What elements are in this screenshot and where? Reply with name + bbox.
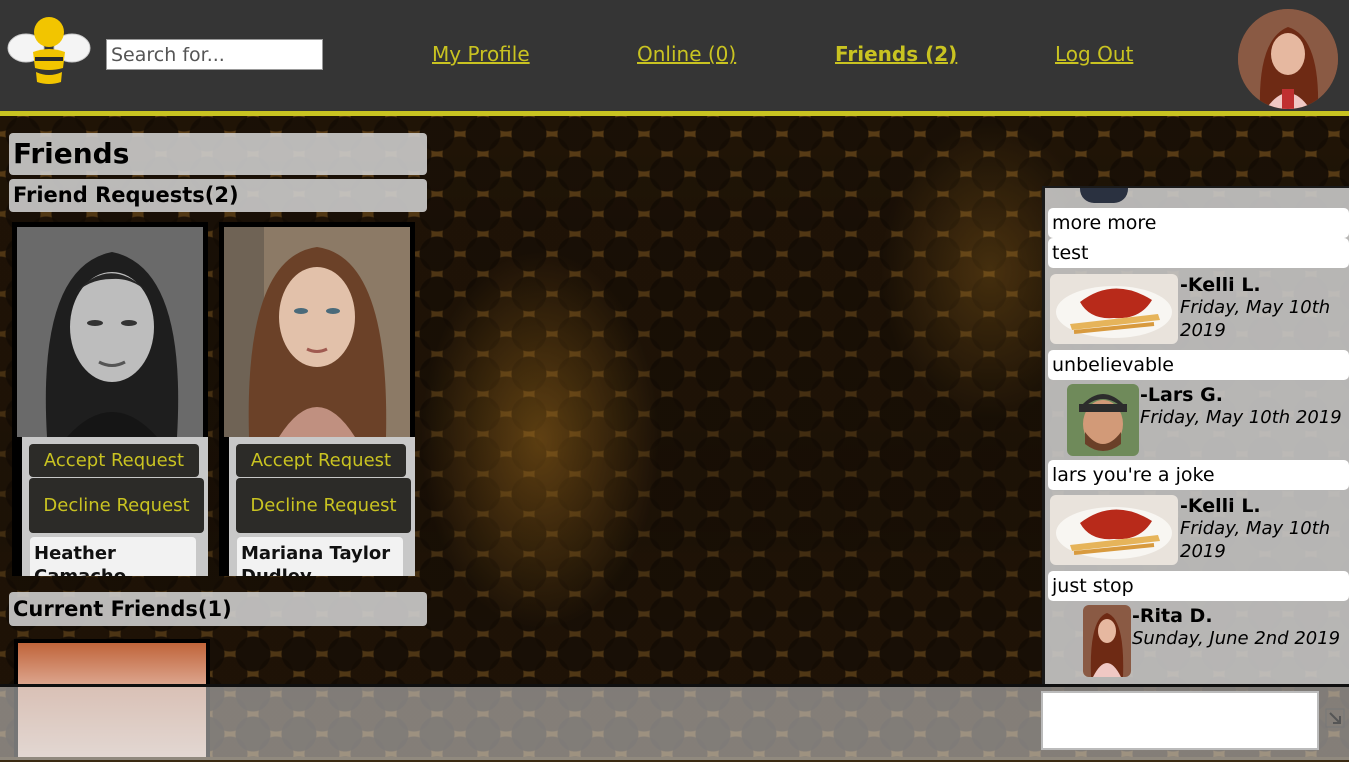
nav-log-out[interactable]: Log Out bbox=[1055, 42, 1133, 66]
request-actions: Accept Request Decline Request Mariana T… bbox=[229, 437, 415, 576]
accept-request-button[interactable]: Accept Request bbox=[236, 444, 406, 477]
chat-panel[interactable]: more more test -Kelli L. Friday, May 10t… bbox=[1042, 186, 1349, 684]
message-date: Friday, May 10th 2019 bbox=[1180, 518, 1331, 562]
chat-author: -Kelli L. Friday, May 10th 2019 bbox=[1180, 274, 1340, 342]
chat-avatar bbox=[1083, 605, 1131, 677]
chat-author: -Kelli L. Friday, May 10th 2019 bbox=[1180, 495, 1340, 563]
requester-photo bbox=[224, 227, 410, 437]
chat-message: just stop bbox=[1048, 571, 1349, 601]
chat-message: unbelievable bbox=[1048, 350, 1349, 380]
requester-name[interactable]: Mariana Taylor Dudley bbox=[237, 537, 403, 576]
requester-photo bbox=[17, 227, 203, 437]
chat-avatar bbox=[1067, 384, 1139, 456]
avatar-photo bbox=[1238, 9, 1338, 109]
current-friends-heading: Current Friends(1) bbox=[9, 592, 427, 626]
author-name: -Kelli L. bbox=[1180, 274, 1261, 296]
chat-message-input[interactable] bbox=[1041, 691, 1319, 750]
accept-request-button[interactable]: Accept Request bbox=[29, 444, 199, 477]
requester-name[interactable]: Heather Camacho bbox=[30, 537, 196, 576]
top-navbar: My Profile Online (0) Friends (2) Log Ou… bbox=[0, 0, 1349, 116]
bee-logo-icon[interactable] bbox=[6, 16, 92, 86]
message-date: Friday, May 10th 2019 bbox=[1180, 297, 1331, 341]
chat-message: test bbox=[1048, 238, 1349, 268]
request-actions: Accept Request Decline Request Heather C… bbox=[22, 437, 208, 576]
chat-message: lars you're a joke bbox=[1048, 460, 1349, 490]
resize-handle-icon[interactable] bbox=[1325, 708, 1345, 728]
chat-author: -Lars G. Friday, May 10th 2019 bbox=[1140, 384, 1349, 429]
chat-avatar bbox=[1080, 188, 1128, 203]
search-input[interactable] bbox=[106, 39, 323, 70]
friend-request-card: Accept Request Decline Request Heather C… bbox=[12, 222, 208, 576]
decline-request-button[interactable]: Decline Request bbox=[236, 478, 411, 533]
nav-friends[interactable]: Friends (2) bbox=[835, 42, 957, 66]
decline-request-button[interactable]: Decline Request bbox=[29, 478, 204, 533]
message-date: Friday, May 10th 2019 bbox=[1140, 407, 1342, 428]
friend-request-card: Accept Request Decline Request Mariana T… bbox=[219, 222, 415, 576]
nav-online[interactable]: Online (0) bbox=[637, 42, 736, 66]
background-highlight bbox=[420, 250, 660, 630]
page-title: Friends bbox=[9, 133, 427, 175]
chat-author: -Rita D. Sunday, June 2nd 2019 bbox=[1132, 605, 1347, 650]
author-name: -Kelli L. bbox=[1180, 495, 1261, 517]
friend-requests-heading: Friend Requests(2) bbox=[9, 179, 427, 212]
chat-avatar bbox=[1050, 274, 1178, 344]
author-name: -Lars G. bbox=[1140, 384, 1223, 406]
user-avatar[interactable] bbox=[1238, 9, 1338, 109]
nav-my-profile[interactable]: My Profile bbox=[432, 42, 530, 66]
author-name: -Rita D. bbox=[1132, 605, 1213, 627]
message-date: Sunday, June 2nd 2019 bbox=[1132, 628, 1341, 649]
chat-avatar bbox=[1050, 495, 1178, 565]
chat-message: more more bbox=[1048, 208, 1349, 238]
